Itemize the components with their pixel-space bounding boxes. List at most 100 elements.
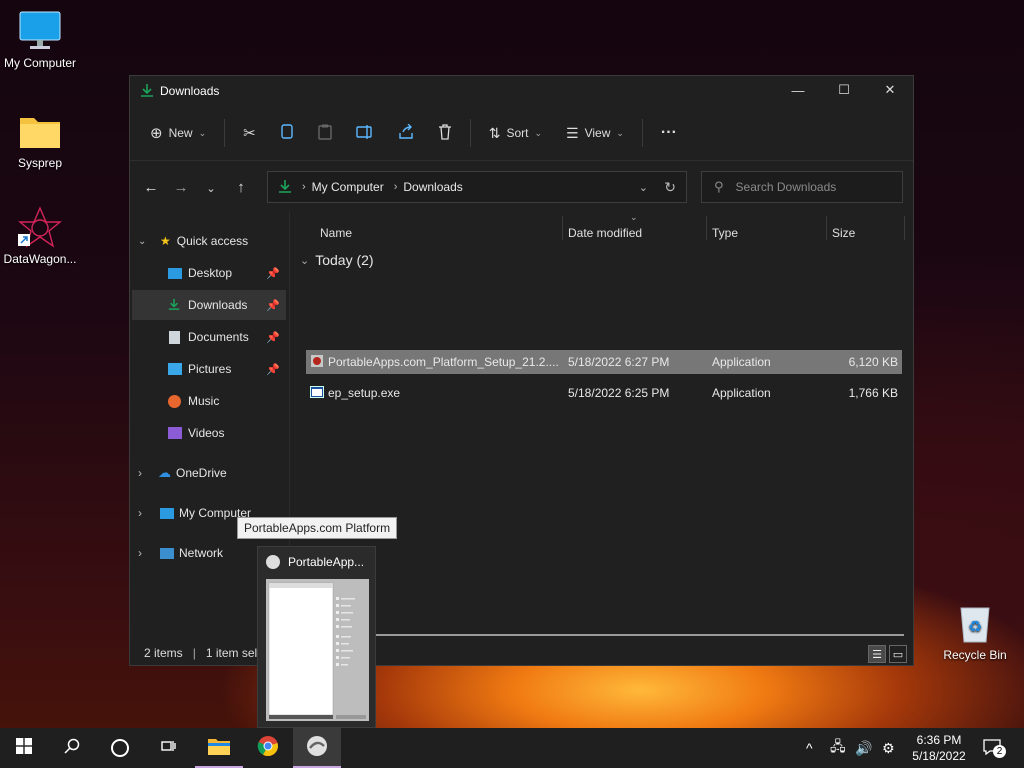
file-date: 5/18/2022 6:25 PM — [568, 386, 670, 400]
taskbar-thumbnail-preview[interactable]: PortableApp... — [257, 546, 376, 728]
breadcrumb-downloads[interactable]: Downloads — [403, 180, 462, 194]
title-bar[interactable]: Downloads — ☐ ✕ — [130, 76, 913, 106]
sidebar-item-network[interactable]: › Network — [138, 538, 223, 568]
music-icon — [168, 394, 181, 408]
file-row[interactable]: ep_setup.exe 5/18/2022 6:25 PM Applicati… — [306, 381, 902, 405]
group-header-today[interactable]: ⌄ Today (2) — [300, 252, 374, 268]
sidebar-item-my-computer[interactable]: › My Computer — [138, 498, 251, 528]
column-divider[interactable] — [904, 216, 905, 240]
pin-icon: 📌 — [266, 363, 280, 376]
view-button[interactable]: ☰ View ⌄ — [558, 117, 632, 149]
column-header-type[interactable]: Type — [712, 222, 738, 244]
desktop-icon-recycle-bin[interactable]: ♻ Recycle Bin — [935, 602, 1015, 662]
sidebar-item-music[interactable]: Music — [160, 386, 286, 416]
notification-center-button[interactable]: 2 — [983, 728, 1006, 768]
new-button[interactable]: ⊕ New ⌄ — [142, 117, 214, 149]
clock[interactable]: 6:36 PM 5/18/2022 — [900, 732, 978, 764]
sidebar-item-onedrive[interactable]: › ☁ OneDrive — [138, 458, 227, 488]
network-tray-button[interactable]: 🖧 — [830, 728, 846, 768]
sidebar-item-pictures[interactable]: Pictures 📌 — [160, 354, 286, 384]
search-box[interactable]: ⚲ — [701, 171, 903, 203]
status-bar: 2 items | 1 item sele ☰ ▭ — [130, 641, 913, 665]
search-button[interactable] — [48, 728, 96, 768]
back-button[interactable]: ← — [136, 179, 166, 196]
gear-icon: ⚙ — [882, 739, 895, 756]
share-button[interactable] — [390, 117, 422, 149]
sort-label: Sort — [506, 126, 529, 140]
file-explorer-window: Downloads — ☐ ✕ ⊕ New ⌄ ✂ ⇅ Sort ⌄ ☰ Vie… — [129, 75, 914, 666]
clock-date: 5/18/2022 — [912, 749, 966, 763]
horizontal-scrollbar[interactable] — [290, 634, 904, 636]
settings-tray-button[interactable]: ⚙ — [882, 728, 895, 768]
taskbar-file-explorer[interactable] — [195, 728, 243, 768]
application-icon — [310, 385, 324, 401]
sidebar-item-label: Quick access — [176, 234, 249, 248]
file-date: 5/18/2022 6:27 PM — [568, 355, 670, 369]
sidebar-item-documents[interactable]: Documents 📌 — [160, 322, 286, 352]
minimize-button[interactable]: — — [775, 76, 821, 104]
file-row[interactable]: PortableApps.com_Platform_Setup_21.2....… — [306, 350, 902, 374]
sidebar-item-quick-access[interactable]: ⌄ ★ Quick access — [138, 226, 248, 256]
circle-icon — [111, 739, 129, 757]
task-view-button[interactable] — [144, 728, 192, 768]
sort-icon: ⇅ — [488, 124, 501, 141]
toolbar-divider — [224, 119, 226, 147]
cortana-button[interactable] — [96, 728, 144, 768]
sidebar-item-desktop[interactable]: Desktop 📌 — [160, 258, 286, 288]
more-options-button[interactable]: ··· — [653, 117, 685, 149]
start-button[interactable] — [0, 728, 48, 768]
trash-icon — [438, 123, 452, 143]
search-input[interactable] — [733, 179, 898, 195]
maximize-button[interactable]: ☐ — [821, 76, 867, 104]
column-label: Date modified — [568, 226, 643, 240]
thumbnail-title: PortableApp... — [288, 555, 365, 569]
cut-button[interactable]: ✂ — [235, 117, 264, 149]
sort-button[interactable]: ⇅ Sort ⌄ — [481, 117, 550, 149]
notification-icon: 2 — [983, 739, 1006, 758]
up-button[interactable]: ↑ — [226, 179, 256, 196]
show-hidden-icons-button[interactable]: ^ — [806, 728, 813, 768]
task-view-icon — [160, 738, 176, 759]
sidebar-item-videos[interactable]: Videos — [160, 418, 286, 448]
more-icon: ··· — [660, 124, 677, 141]
rename-icon — [356, 124, 374, 142]
sidebar-item-downloads[interactable]: Downloads 📌 — [132, 290, 286, 320]
breadcrumb-my-computer[interactable]: My Computer — [312, 180, 384, 194]
taskbar-chrome[interactable] — [244, 728, 292, 768]
column-divider[interactable] — [562, 216, 563, 240]
paste-button[interactable] — [310, 117, 340, 149]
rename-button[interactable] — [348, 117, 382, 149]
desktop-icon-sysprep[interactable]: Sysprep — [0, 110, 80, 170]
item-count: 2 items — [144, 646, 183, 660]
column-divider[interactable] — [706, 216, 707, 240]
portableapps-icon — [310, 354, 324, 371]
refresh-button[interactable]: ↻ — [664, 179, 676, 196]
column-header-size[interactable]: Size — [832, 222, 855, 244]
column-label: Type — [712, 226, 739, 240]
tiles-view-button[interactable]: ▭ — [889, 645, 907, 663]
desktop-icon-label: Sysprep — [17, 156, 63, 170]
chevron-down-icon: ⌄ — [616, 127, 624, 138]
details-view-button[interactable]: ☰ — [868, 645, 886, 663]
close-button[interactable]: ✕ — [867, 76, 913, 104]
monitor-icon — [160, 507, 174, 519]
arrow-up-icon: ↑ — [237, 178, 245, 196]
desktop-icon-my-computer[interactable]: My Computer — [0, 10, 80, 70]
column-divider[interactable] — [826, 216, 827, 240]
address-history-button[interactable]: ⌄ — [639, 181, 648, 194]
column-header-name[interactable]: Name — [320, 222, 352, 244]
delete-button[interactable] — [430, 117, 460, 149]
chevron-right-icon: › — [393, 181, 398, 193]
window-preview-image — [266, 579, 369, 721]
desktop-icon-datawagon[interactable]: DataWagon... — [0, 206, 80, 266]
volume-button[interactable]: 🔊 — [855, 728, 872, 768]
desktop-icon-label: DataWagon... — [3, 252, 77, 266]
taskbar-portableapps[interactable] — [293, 728, 341, 768]
download-icon — [140, 83, 154, 100]
monitor-icon — [18, 10, 62, 52]
recent-locations-button[interactable]: ⌄ — [196, 179, 226, 196]
column-header-date[interactable]: Date modified — [568, 222, 642, 244]
copy-button[interactable] — [272, 117, 302, 149]
forward-button[interactable]: → — [166, 179, 196, 196]
address-bar[interactable]: › My Computer › Downloads ⌄ ↻ — [267, 171, 687, 203]
